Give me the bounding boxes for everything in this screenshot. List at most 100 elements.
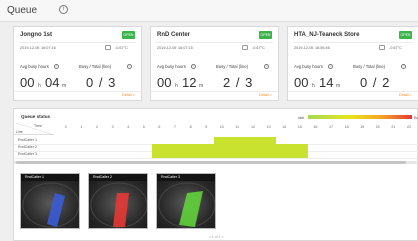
hour-label: 16 [313, 125, 318, 129]
divider [14, 91, 141, 92]
top-bar: Queue i [0, 0, 418, 22]
card-date: 2019-12-05 [294, 46, 314, 50]
open-status-badge: OPEN [259, 31, 272, 39]
camera-thumbnail[interactable]: RndCaller 1 [20, 173, 80, 229]
hour-label: 6 [158, 125, 161, 129]
busy-total-label: Busy / Total (line) [216, 64, 249, 69]
hour-label: 17 [329, 125, 333, 129]
avg-hours-value: 00 [20, 75, 35, 90]
queue-status-panel: Queue status idle Bu Time Line 012345678… [13, 108, 418, 241]
store-name: RnD Center [157, 32, 191, 38]
hours-unit: h [175, 83, 178, 89]
hour-label: 14 [282, 125, 287, 129]
card-temperature: -0.67°C [115, 46, 128, 50]
busy-cell[interactable] [151, 144, 308, 151]
line-row-label: RndCaller 2 [18, 145, 37, 149]
info-icon[interactable]: i [54, 64, 59, 69]
busy-cell[interactable] [151, 151, 308, 158]
queue-zone-overlay [22, 182, 79, 228]
hour-label: 10 [219, 125, 224, 129]
scrollbar-thumb[interactable] [16, 161, 406, 164]
camera-label: RndCaller 3 [157, 174, 215, 181]
divider [156, 42, 273, 43]
store-card: Jongno 1st OPEN 2019-12-05 16:07:16 -0.6… [13, 26, 142, 101]
legend-idle-label: idle [298, 115, 305, 120]
hour-label: 15 [297, 125, 302, 129]
page-title: Queue [7, 5, 38, 16]
timeline-corner: Time Line [14, 123, 54, 135]
queue-timeline: Time Line 0 1 2 3 4 5 6 7 8 9 10 11 12 13 14 15 16 17 18 19… [14, 123, 418, 159]
camera-thumbnails: RndCaller 1 RndCaller 2 RndCaller 3 [20, 173, 418, 233]
detail-link[interactable]: Detail > [122, 93, 135, 97]
camera-label: RndCaller 1 [21, 174, 79, 181]
hour-label: 1 [80, 125, 83, 129]
avg-busy-label: Avg busy hours [294, 64, 323, 69]
row-divider [14, 158, 418, 159]
info-icon[interactable]: i [191, 64, 196, 69]
card-temperature: -0.67°C [252, 46, 265, 50]
legend-busy-label: Bu [414, 115, 418, 120]
queue-zone-overlay [158, 182, 215, 228]
avg-minutes-value: 14 [319, 75, 334, 90]
busy-total-value: 2 / 3 [223, 75, 254, 90]
queue-status-title: Queue status [21, 114, 51, 119]
busy-gradient-legend [308, 115, 412, 119]
hours-unit: h [312, 83, 315, 89]
line-row-label: RndCaller 1 [18, 138, 37, 142]
detail-link[interactable]: Detail > [259, 93, 272, 97]
thermometer-icon [242, 45, 248, 50]
hour-label: 18 [344, 125, 349, 129]
divider [151, 91, 278, 92]
thermometer-icon [379, 45, 385, 50]
hour-label: 13 [266, 125, 271, 129]
hour-label: 0 [64, 125, 67, 129]
line-row-label: RndCaller 3 [18, 152, 37, 156]
queue-page: Queue i Jongno 1st OPEN 2019-12-05 16:07… [0, 0, 418, 241]
divider [19, 42, 136, 43]
info-icon[interactable]: i [264, 64, 269, 69]
card-time: 16:07:15 [178, 46, 193, 50]
hour-label: 20 [375, 125, 380, 129]
open-status-badge: OPEN [399, 31, 412, 39]
busy-total-label: Busy / Total (line) [353, 64, 386, 69]
camera-thumbnail[interactable]: RndCaller 3 [156, 173, 216, 229]
queue-zone-overlay [90, 182, 147, 228]
minutes-unit: m [336, 83, 341, 89]
card-time: 16:07:16 [41, 46, 56, 50]
info-icon[interactable]: i [59, 5, 68, 14]
busy-cell[interactable] [214, 137, 277, 144]
avg-busy-label: Avg busy hours [157, 64, 186, 69]
pagination[interactable]: < 1 of 1 > [209, 235, 223, 239]
detail-link[interactable]: Detail > [399, 93, 412, 97]
avg-hours-value: 00 [157, 75, 172, 90]
hour-label: 11 [235, 125, 240, 129]
store-name: HTA_NJ-Teaneck Store [294, 32, 360, 38]
info-icon[interactable]: i [328, 64, 333, 69]
camera-thumbnail[interactable]: RndCaller 2 [88, 173, 148, 229]
open-status-badge: OPEN [122, 31, 135, 39]
thermometer-icon [105, 45, 111, 50]
card-date: 2019-12-05 [157, 46, 177, 50]
busy-total-value: 0 / 2 [360, 75, 391, 90]
hours-unit: h [38, 83, 41, 89]
line-axis-label: Line [16, 130, 23, 134]
hour-label: 8 [189, 125, 192, 129]
hour-label: 2 [96, 125, 98, 129]
metrics-row: 00 h 14 m 0 / 2 [294, 75, 412, 91]
metrics-row: 00 h 12 m 2 / 3 [157, 75, 275, 91]
info-icon[interactable]: i [401, 64, 406, 69]
hour-label: 3 [111, 125, 114, 129]
avg-hours-value: 00 [294, 75, 309, 90]
store-name: Jongno 1st [20, 32, 53, 38]
avg-minutes-value: 12 [182, 75, 197, 90]
hour-label: 22 [407, 125, 411, 129]
hour-label: 9 [205, 125, 208, 129]
info-icon[interactable]: i [127, 64, 132, 69]
hour-label: 5 [142, 125, 145, 129]
divider [288, 91, 418, 92]
avg-minutes-value: 04 [45, 75, 60, 90]
busy-total-value: 0 / 3 [86, 75, 117, 90]
camera-label: RndCaller 2 [89, 174, 147, 181]
metrics-row: 00 h 04 m 0 / 3 [20, 75, 138, 91]
card-temperature: -0.67°C [389, 46, 402, 50]
